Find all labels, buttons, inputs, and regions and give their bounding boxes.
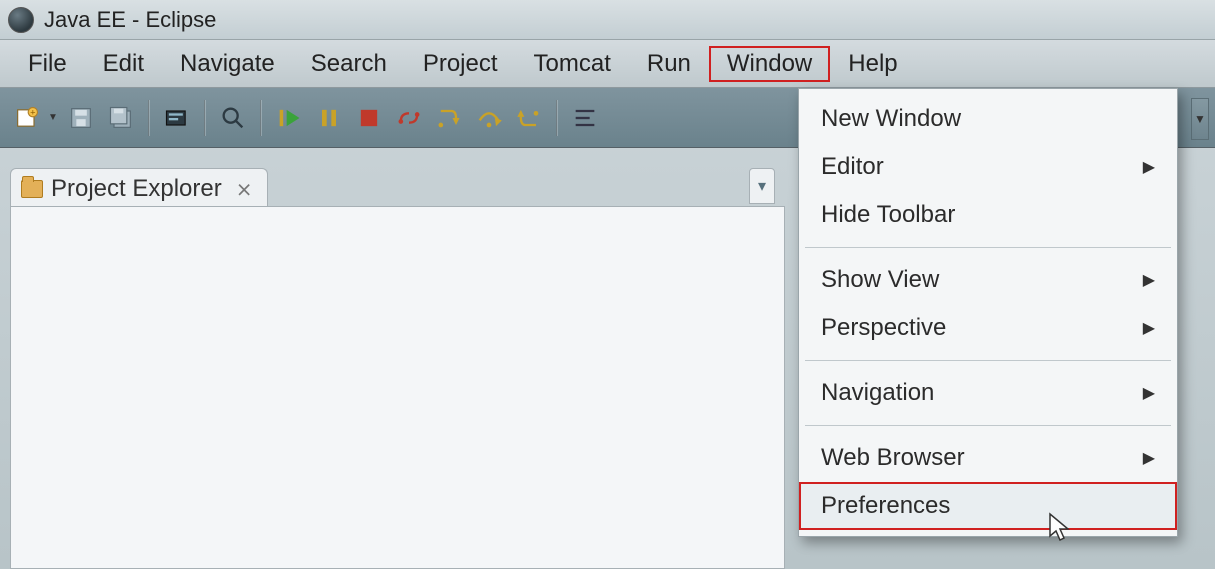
toolbar-separator <box>260 100 262 136</box>
submenu-arrow-icon: ▶ <box>1143 448 1155 468</box>
save-button[interactable] <box>62 99 100 137</box>
menu-item-label: Perspective <box>821 314 946 342</box>
suspend-button[interactable] <box>310 99 348 137</box>
menu-item-show-view[interactable]: Show View ▶ <box>799 256 1177 304</box>
tab-project-explorer[interactable]: Project Explorer ⨯ <box>10 168 268 209</box>
submenu-arrow-icon: ▶ <box>1143 383 1155 403</box>
menubar: File Edit Navigate Search Project Tomcat… <box>0 40 1215 88</box>
window-menu-dropdown: New Window Editor ▶ Hide Toolbar Show Vi… <box>798 88 1178 537</box>
toolbar-separator <box>556 100 558 136</box>
menu-window[interactable]: Window <box>709 46 830 82</box>
menu-item-hide-toolbar[interactable]: Hide Toolbar <box>799 191 1177 239</box>
panel-view-menu-icon[interactable]: ▾ <box>749 168 775 204</box>
toolbar-separator <box>148 100 150 136</box>
terminate-button[interactable] <box>350 99 388 137</box>
folder-icon <box>21 180 43 198</box>
step-over-button[interactable] <box>470 99 508 137</box>
titlebar: Java EE - Eclipse <box>0 0 1215 40</box>
menu-separator <box>805 247 1171 248</box>
panel-tabs: Project Explorer ⨯ <box>10 168 268 209</box>
project-explorer-panel <box>10 206 785 569</box>
menu-project[interactable]: Project <box>405 46 516 82</box>
menu-separator <box>805 425 1171 426</box>
disconnect-button[interactable] <box>390 99 428 137</box>
menu-run[interactable]: Run <box>629 46 709 82</box>
svg-text:+: + <box>30 107 35 117</box>
menu-edit[interactable]: Edit <box>85 46 162 82</box>
menu-search[interactable]: Search <box>293 46 405 82</box>
menu-tomcat[interactable]: Tomcat <box>516 46 629 82</box>
menu-item-perspective[interactable]: Perspective ▶ <box>799 304 1177 352</box>
step-into-button[interactable] <box>430 99 468 137</box>
menu-navigate[interactable]: Navigate <box>162 46 293 82</box>
search-button[interactable] <box>214 99 252 137</box>
menu-item-label: Web Browser <box>821 444 965 472</box>
submenu-arrow-icon: ▶ <box>1143 157 1155 177</box>
toolbar-separator <box>204 100 206 136</box>
menu-file[interactable]: File <box>10 46 85 82</box>
menu-separator <box>805 360 1171 361</box>
toolbar-overflow-icon[interactable]: ▼ <box>1191 98 1209 140</box>
open-type-button[interactable] <box>158 99 196 137</box>
menu-item-label: Show View <box>821 266 939 294</box>
menu-item-preferences[interactable]: Preferences <box>799 482 1177 530</box>
new-button[interactable]: + <box>8 99 46 137</box>
resume-button[interactable] <box>270 99 308 137</box>
tab-label: Project Explorer <box>51 175 222 203</box>
menu-item-label: New Window <box>821 105 961 133</box>
menu-item-new-window[interactable]: New Window <box>799 95 1177 143</box>
close-icon[interactable]: ⨯ <box>236 177 253 202</box>
menu-item-editor[interactable]: Editor ▶ <box>799 143 1177 191</box>
menu-item-label: Preferences <box>821 492 950 520</box>
menu-help[interactable]: Help <box>830 46 915 82</box>
window-title: Java EE - Eclipse <box>44 7 216 33</box>
submenu-arrow-icon: ▶ <box>1143 270 1155 290</box>
menu-item-label: Hide Toolbar <box>821 201 955 229</box>
eclipse-icon <box>8 7 34 33</box>
new-dropdown-icon[interactable]: ▼ <box>48 112 60 123</box>
step-return-button[interactable] <box>510 99 548 137</box>
submenu-arrow-icon: ▶ <box>1143 318 1155 338</box>
save-all-button[interactable] <box>102 99 140 137</box>
menu-item-web-browser[interactable]: Web Browser ▶ <box>799 434 1177 482</box>
menu-item-label: Navigation <box>821 379 934 407</box>
menu-item-navigation[interactable]: Navigation ▶ <box>799 369 1177 417</box>
menu-item-label: Editor <box>821 153 884 181</box>
align-button[interactable] <box>566 99 604 137</box>
